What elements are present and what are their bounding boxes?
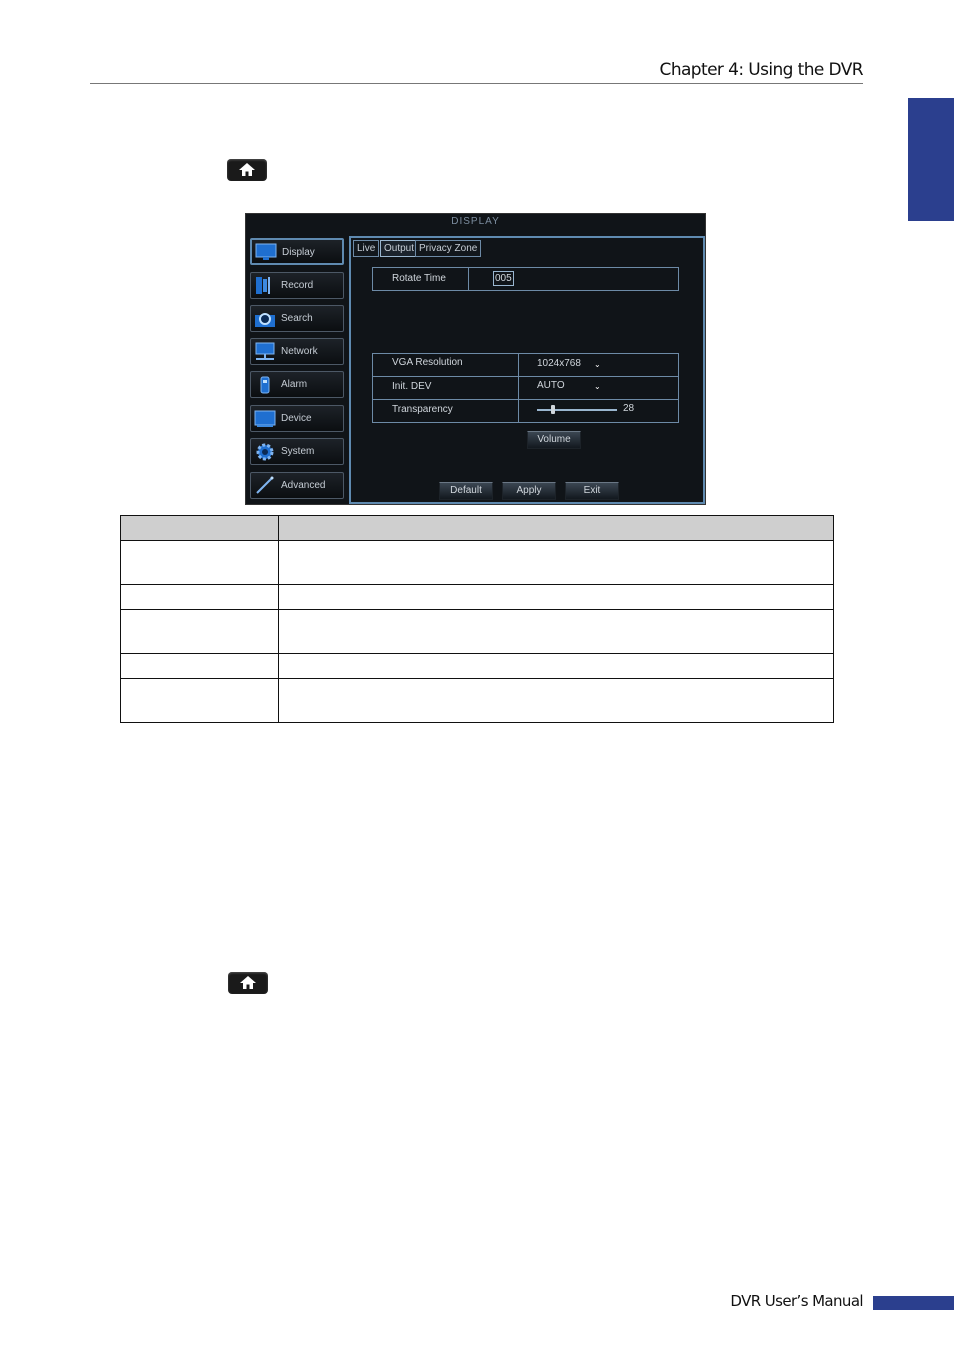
tab-live[interactable]: Live	[353, 240, 380, 257]
menu-item-label: Device	[281, 413, 312, 424]
menu-item-display[interactable]: Display	[250, 238, 344, 265]
menu-item-record[interactable]: Record	[250, 272, 344, 299]
gear-icon	[256, 443, 274, 461]
chevron-down-icon[interactable]: ⌄	[594, 383, 602, 391]
menu-item-network[interactable]: Network	[250, 338, 344, 365]
home-icon	[240, 976, 256, 989]
footer-manual-title: DVR User’s Manual	[730, 1292, 863, 1310]
network-icon	[255, 342, 275, 360]
home-button-1	[227, 159, 267, 181]
init-dev-label: Init. DEV	[392, 381, 432, 392]
vga-resolution-label: VGA Resolution	[392, 357, 463, 368]
menu-item-label: Search	[281, 313, 313, 324]
home-icon	[239, 163, 255, 176]
chapter-title: Chapter 4: Using the DVR	[659, 60, 864, 80]
chapter-side-tab	[908, 98, 954, 221]
menu-item-label: Advanced	[281, 480, 326, 491]
menu-item-system[interactable]: System	[250, 438, 344, 465]
dvr-screen: DISPLAY Display Record Search Network Al…	[245, 213, 706, 505]
settings-description-table	[120, 515, 834, 723]
monitor-icon	[255, 243, 277, 260]
tab-output[interactable]: Output	[380, 240, 419, 257]
table-row	[120, 609, 834, 654]
alarm-icon	[260, 376, 270, 394]
menu-item-label: System	[281, 446, 315, 457]
search-icon	[255, 313, 275, 327]
vga-resolution-select[interactable]: 1024x768	[537, 358, 581, 369]
device-icon	[254, 410, 276, 427]
menu-item-label: Network	[281, 346, 318, 357]
default-button[interactable]: Default	[439, 482, 493, 500]
transparency-label: Transparency	[392, 404, 453, 415]
menu-item-search[interactable]: Search	[250, 305, 344, 332]
rotate-time-row: Rotate Time 005	[372, 267, 679, 291]
menu-item-label: Display	[282, 247, 315, 258]
dvr-content-frame: Live Output Privacy Zone Rotate Time 005…	[349, 236, 705, 504]
menu-item-device[interactable]: Device	[250, 405, 344, 432]
table-row	[120, 540, 834, 585]
home-button-2	[228, 972, 268, 994]
menu-item-advanced[interactable]: Advanced	[250, 472, 344, 499]
table-row	[120, 584, 834, 610]
rotate-time-input[interactable]: 005	[493, 271, 514, 286]
init-dev-select[interactable]: AUTO	[537, 380, 565, 391]
table-row	[120, 653, 834, 679]
chevron-down-icon[interactable]: ⌄	[594, 361, 602, 369]
header-rule	[90, 83, 863, 84]
exit-button[interactable]: Exit	[565, 482, 619, 500]
output-settings-table: VGA Resolution 1024x768 ⌄ Init. DEV AUTO…	[372, 353, 679, 423]
dvr-title: DISPLAY	[451, 216, 500, 227]
menu-item-alarm[interactable]: Alarm	[250, 371, 344, 398]
volume-button[interactable]: Volume	[527, 431, 581, 449]
transparency-value: 28	[623, 403, 635, 414]
menu-item-label: Alarm	[281, 379, 308, 390]
wand-icon	[256, 476, 274, 494]
table-header-row	[120, 515, 834, 541]
rotate-time-label: Rotate Time	[392, 273, 446, 284]
menu-item-label: Record	[281, 280, 314, 291]
transparency-slider-handle[interactable]	[551, 405, 555, 414]
apply-button[interactable]: Apply	[502, 482, 556, 500]
table-row	[120, 678, 834, 723]
tab-privacy-zone[interactable]: Privacy Zone	[415, 240, 482, 257]
transparency-slider[interactable]	[537, 409, 617, 411]
record-icon	[256, 277, 270, 294]
footer-bar	[873, 1296, 954, 1310]
